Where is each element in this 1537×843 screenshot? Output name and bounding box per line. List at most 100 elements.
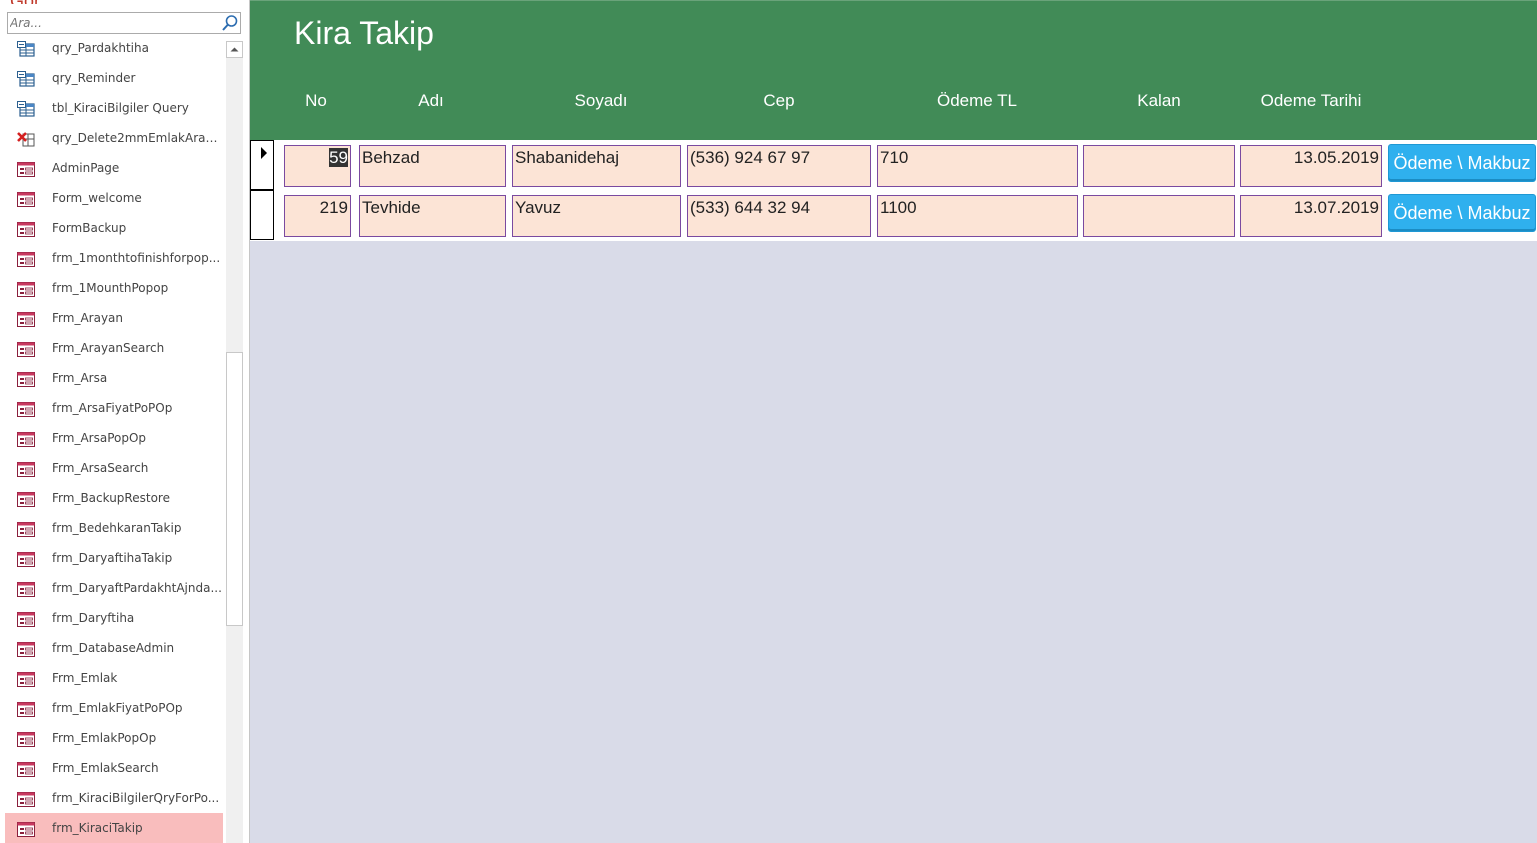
form-icon bbox=[17, 339, 35, 357]
column-header-cep: Cep bbox=[763, 91, 795, 110]
nav-item[interactable]: AdminPage bbox=[5, 153, 227, 183]
form-icon bbox=[17, 369, 35, 387]
nav-item[interactable]: Frm_ArsaSearch bbox=[5, 453, 227, 483]
field-cep[interactable]: (536) 924 67 97 bbox=[687, 145, 871, 187]
form-icon bbox=[17, 639, 35, 657]
nav-search-input[interactable] bbox=[8, 13, 220, 33]
field-odeme-tl[interactable]: 710 bbox=[877, 145, 1078, 187]
odeme-makbuz-button[interactable]: Ödeme \ Makbuz bbox=[1388, 144, 1536, 182]
nav-item[interactable]: Form_welcome bbox=[5, 183, 227, 213]
nav-item[interactable]: qry_Reminder bbox=[5, 63, 227, 93]
nav-item-label: frm_1MounthPopop bbox=[52, 281, 169, 295]
nav-item[interactable]: frm_KiraciBilgilerQryForPo... bbox=[5, 783, 227, 813]
form-header: Kira Takip No Adı Soyadı Cep Ödeme TL Ka… bbox=[250, 0, 1537, 140]
form-icon bbox=[17, 519, 35, 537]
odeme-makbuz-button[interactable]: Ödeme \ Makbuz bbox=[1388, 194, 1536, 232]
form-icon bbox=[17, 669, 35, 687]
field-odeme-tl[interactable]: 1100 bbox=[877, 195, 1078, 237]
field-soyadi[interactable]: Shabanidehaj bbox=[512, 145, 681, 187]
form-icon bbox=[17, 219, 35, 237]
nav-item[interactable]: frm_DaryaftPardakhtAjnda... bbox=[5, 573, 227, 603]
nav-item[interactable]: Frm_Emlak bbox=[5, 663, 227, 693]
nav-item-label: tbl_KiraciBilgiler Query bbox=[52, 101, 189, 115]
column-header-odeme-tarihi: Odeme Tarihi bbox=[1260, 91, 1362, 110]
current-record-arrow-icon bbox=[261, 147, 267, 159]
nav-item-label: Frm_Arayan bbox=[52, 311, 123, 325]
nav-item-label: Frm_ArsaPopOp bbox=[52, 431, 147, 445]
nav-item-label: Frm_ArsaSearch bbox=[52, 461, 149, 475]
form-icon bbox=[17, 279, 35, 297]
form-icon bbox=[17, 459, 35, 477]
nav-search-box[interactable] bbox=[7, 12, 241, 34]
nav-item-label: Frm_EmlakSearch bbox=[52, 761, 159, 775]
nav-item-label: qry_Pardakhtiha bbox=[52, 41, 149, 55]
scroll-thumb[interactable] bbox=[226, 352, 243, 626]
nav-item[interactable]: qry_Delete2mmEmlakArayan bbox=[5, 123, 227, 153]
nav-item-label: AdminPage bbox=[52, 161, 120, 175]
nav-object-list: qry_Pardakhtiha qry_Reminder tbl_KiraciBil… bbox=[0, 33, 224, 843]
form-icon bbox=[17, 249, 35, 267]
form-icon bbox=[17, 759, 35, 777]
field-adi[interactable]: Behzad bbox=[359, 145, 506, 187]
form-detail-section: 59 Behzad Shabanidehaj (536) 924 67 97 710 13… bbox=[250, 140, 1537, 241]
field-adi[interactable]: Tevhide bbox=[359, 195, 506, 237]
field-soyadi[interactable]: Yavuz bbox=[512, 195, 681, 237]
nav-item[interactable]: frm_Daryftiha bbox=[5, 603, 227, 633]
record-selector[interactable] bbox=[250, 140, 274, 190]
nav-item[interactable]: Frm_EmlakPopOp bbox=[5, 723, 227, 753]
nav-item-label: frm_KiraciTakip bbox=[52, 821, 143, 835]
field-odeme-tarihi[interactable]: 13.05.2019 bbox=[1240, 145, 1382, 187]
form-icon bbox=[17, 789, 35, 807]
nav-item[interactable]: Frm_EmlakSearch bbox=[5, 753, 227, 783]
nav-item[interactable]: tbl_KiraciBilgiler Query bbox=[5, 93, 227, 123]
nav-item-label: frm_DatabaseAdmin bbox=[52, 641, 175, 655]
nav-item[interactable]: Frm_BackupRestore bbox=[5, 483, 227, 513]
form-title: Kira Takip bbox=[294, 15, 434, 51]
field-no[interactable]: 219 bbox=[284, 195, 351, 237]
nav-item-label: Frm_Emlak bbox=[52, 671, 118, 685]
form-icon bbox=[17, 729, 35, 747]
nav-item[interactable]: frm_1MounthPopop bbox=[5, 273, 227, 303]
column-header-adi: Adı bbox=[418, 91, 444, 110]
column-header-odeme-tl: Ödeme TL bbox=[936, 91, 1017, 110]
form-icon bbox=[17, 699, 35, 717]
nav-item[interactable]: Frm_ArayanSearch bbox=[5, 333, 227, 363]
nav-pane-title-clipped: Gör bbox=[10, 0, 40, 4]
nav-item[interactable]: frm_EmlakFiyatPoPOp bbox=[5, 693, 227, 723]
nav-item[interactable]: frm_BedehkaranTakip bbox=[5, 513, 227, 543]
nav-item-label: frm_DaryaftihaTakip bbox=[52, 551, 173, 565]
form-icon bbox=[17, 159, 35, 177]
query-icon bbox=[17, 69, 35, 87]
nav-item-label: qry_Reminder bbox=[52, 71, 136, 85]
nav-item-label: frm_ArsaFiyatPoPOp bbox=[52, 401, 173, 415]
search-icon[interactable] bbox=[221, 14, 239, 32]
field-no[interactable]: 59 bbox=[284, 145, 351, 187]
nav-item[interactable]: Frm_Arsa bbox=[5, 363, 227, 393]
nav-item[interactable]: frm_KiraciTakip bbox=[5, 813, 223, 843]
delete-query-icon bbox=[17, 129, 35, 147]
nav-item-label: frm_1monthtofinishforpop... bbox=[52, 251, 221, 265]
column-header-soyadi: Soyadı bbox=[574, 91, 628, 110]
nav-item[interactable]: Frm_Arayan bbox=[5, 303, 227, 333]
field-odeme-tarihi[interactable]: 13.07.2019 bbox=[1240, 195, 1382, 237]
field-cep[interactable]: (533) 644 32 94 bbox=[687, 195, 871, 237]
nav-scrollbar[interactable] bbox=[226, 41, 243, 843]
form-icon bbox=[17, 549, 35, 567]
nav-item[interactable]: FormBackup bbox=[5, 213, 227, 243]
nav-item-label: Frm_Arsa bbox=[52, 371, 108, 385]
nav-item[interactable]: frm_DatabaseAdmin bbox=[5, 633, 227, 663]
nav-item-label: Frm_BackupRestore bbox=[52, 491, 170, 505]
navigation-pane: Gör qry_Pardakhtiha qry_Reminder tbl_Kirac… bbox=[0, 0, 250, 843]
nav-item[interactable]: frm_ArsaFiyatPoPOp bbox=[5, 393, 227, 423]
nav-item[interactable]: qry_Pardakhtiha bbox=[5, 33, 227, 63]
nav-item[interactable]: frm_DaryaftihaTakip bbox=[5, 543, 227, 573]
record-selector[interactable] bbox=[250, 190, 274, 240]
nav-item[interactable]: Frm_ArsaPopOp bbox=[5, 423, 227, 453]
field-kalan[interactable] bbox=[1083, 195, 1235, 237]
nav-item[interactable]: frm_1monthtofinishforpop... bbox=[5, 243, 227, 273]
selected-text: 59 bbox=[329, 148, 348, 167]
field-kalan[interactable] bbox=[1083, 145, 1235, 187]
nav-item-label: qry_Delete2mmEmlakArayan bbox=[52, 131, 224, 145]
column-header-no: No bbox=[305, 91, 327, 110]
scroll-up-button[interactable] bbox=[226, 41, 243, 58]
